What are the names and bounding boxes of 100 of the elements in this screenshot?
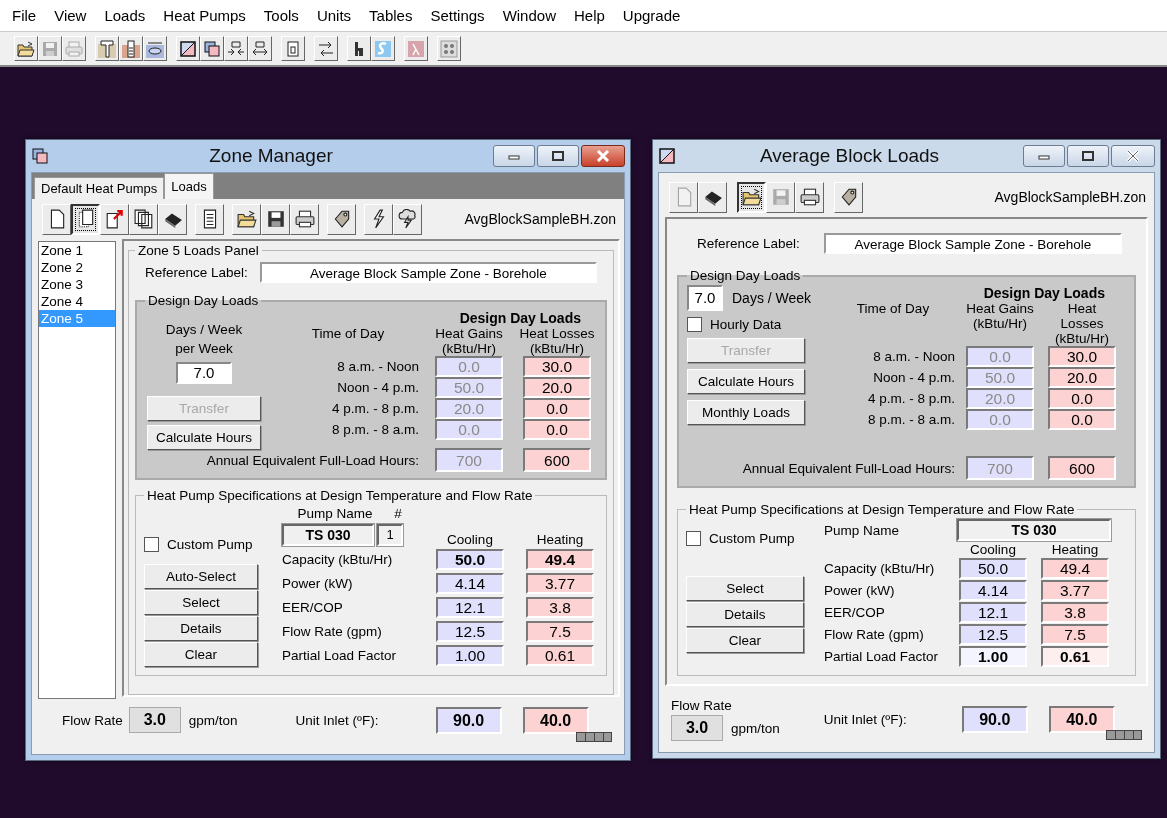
menu-item[interactable]: Tools	[254, 7, 308, 24]
field-label: Flow Rate	[62, 712, 123, 728]
menu-item[interactable]: Settings	[421, 7, 494, 24]
action-button[interactable]: Select	[686, 576, 804, 601]
value-field: 12.1	[959, 602, 1027, 623]
value-field: 50.0	[959, 558, 1027, 579]
column-header: #	[393, 506, 403, 521]
page-arrow-icon	[104, 209, 125, 229]
spec-label: Flow Rate (gpm)	[282, 624, 382, 639]
value-field: 49.4	[526, 549, 594, 570]
spec-label: EER/COP	[282, 600, 343, 615]
open-folder-icon	[741, 187, 762, 207]
maximize-button[interactable]	[1067, 145, 1109, 167]
close-button[interactable]	[1111, 145, 1155, 167]
menu-item[interactable]: Window	[493, 7, 565, 24]
action-button[interactable]: Calculate Hours	[147, 425, 261, 450]
printer-icon	[65, 39, 83, 58]
swap-arrows-icon	[317, 39, 335, 58]
value-field: 1.00	[959, 646, 1027, 667]
tab[interactable]: Loads	[164, 173, 214, 199]
value-field: 0.0	[1048, 388, 1116, 409]
tab[interactable]: Default Heat Pumps	[34, 177, 165, 199]
file-name: AvgBlockSampleBH.zon	[994, 189, 1147, 205]
toolbar-button[interactable]	[71, 203, 100, 235]
column-header: Heating	[1051, 542, 1099, 557]
menu-item[interactable]: Loads	[95, 7, 155, 24]
toolbar-button[interactable]	[737, 181, 766, 213]
hourly-data-checkbox[interactable]: Hourly Data	[687, 317, 782, 332]
unit-inlet-field[interactable]: 40.0	[522, 706, 589, 734]
column-header: Cooling	[447, 532, 493, 547]
action-button[interactable]: Clear	[144, 642, 258, 667]
close-button[interactable]	[581, 145, 625, 167]
menu-item[interactable]: Tables	[360, 7, 422, 24]
window-title: Average Block Loads	[758, 145, 941, 167]
value-field: 0.0	[966, 409, 1034, 430]
time-label: 4 p.m. - 8 p.m.	[867, 391, 955, 406]
annual-hours-label: Annual Equivalent Full-Load Hours:	[742, 460, 955, 476]
unit-inlet-field[interactable]: 40.0	[1048, 706, 1115, 733]
field-label: Flow Rate	[671, 698, 733, 713]
window-title: Zone Manager	[208, 145, 334, 167]
action-button[interactable]: Details	[686, 602, 804, 627]
value-field: 700	[966, 456, 1034, 480]
open-folder-icon	[236, 209, 257, 229]
value-field: 20.0	[435, 398, 503, 419]
days-per-week-field[interactable]: 7.0	[176, 362, 232, 384]
action-button[interactable]: Calculate Hours	[687, 369, 805, 394]
value-field: 3.77	[526, 573, 594, 594]
split-square-icon	[179, 39, 197, 58]
action-button[interactable]: Clear	[686, 628, 804, 653]
inward-arrows-icon	[227, 39, 245, 58]
flow-rate-field: 3.0	[128, 707, 181, 733]
spec-label: Partial Load Factor	[824, 649, 939, 664]
minimize-button[interactable]	[493, 145, 535, 167]
value-field: 12.5	[436, 621, 504, 642]
zone-list-item[interactable]: Zone 2	[39, 259, 115, 276]
field-label: Days / Week per Week	[164, 321, 244, 358]
menu-item[interactable]: Help	[565, 7, 614, 24]
value-field: 20.0	[966, 388, 1034, 409]
value-field: 3.8	[526, 597, 594, 618]
menu-item[interactable]: Heat Pumps	[154, 7, 255, 24]
value-field: 0.0	[1048, 409, 1116, 430]
cloud-bolt-icon	[397, 209, 418, 229]
value-field: 0.0	[435, 419, 503, 440]
days-per-week-field[interactable]: 7.0	[687, 285, 723, 311]
wave-tile-icon	[374, 39, 392, 58]
reference-label-field[interactable]: Average Block Sample Zone - Borehole	[823, 233, 1122, 254]
menu-item[interactable]: File	[3, 7, 46, 24]
value-field: 700	[435, 448, 503, 472]
column-header: Heat Losses (kBtu/Hr)	[1054, 301, 1110, 346]
column-header: Pump Name	[296, 506, 374, 521]
resize-grip-icon	[1106, 730, 1142, 740]
reference-label-field[interactable]: Average Block Sample Zone - Borehole	[259, 262, 597, 283]
action-button[interactable]: Select	[144, 590, 258, 615]
pump-name-field: TS 030	[282, 524, 374, 546]
zone-list-item[interactable]: Zone 4	[39, 293, 115, 310]
action-button[interactable]: Details	[144, 616, 258, 641]
unit-inlet-field[interactable]: 90.0	[961, 706, 1028, 733]
minimize-button[interactable]	[1023, 145, 1065, 167]
spec-label: Power (kW)	[824, 583, 895, 598]
resize-grip-icon	[576, 732, 612, 742]
menu-item[interactable]: Units	[307, 7, 361, 24]
value-field: 20.0	[1048, 367, 1116, 388]
maximize-button[interactable]	[537, 145, 579, 167]
menu-item[interactable]: Upgrade	[613, 7, 690, 24]
action-button[interactable]: Monthly Loads	[687, 400, 805, 425]
zone-list-item[interactable]: Zone 3	[39, 276, 115, 293]
custom-pump-checkbox[interactable]: Custom Pump	[144, 537, 268, 552]
zone-list-item[interactable]: Zone 1	[39, 242, 115, 259]
stacked-pages-icon	[133, 209, 154, 229]
action-button[interactable]: Auto-Select	[144, 564, 258, 589]
column-header: Pump Name	[824, 522, 900, 538]
stacked-squares-icon	[31, 147, 49, 165]
maximize-icon	[552, 151, 564, 161]
menu-item[interactable]: View	[45, 7, 96, 24]
close-icon	[1126, 150, 1140, 162]
unit-inlet-field[interactable]: 90.0	[435, 706, 502, 734]
value-field: 20.0	[523, 377, 591, 398]
field-label: Reference Label:	[145, 265, 248, 280]
unit-label: gpm/ton	[188, 712, 238, 728]
custom-pump-checkbox[interactable]: Custom Pump	[686, 531, 810, 546]
